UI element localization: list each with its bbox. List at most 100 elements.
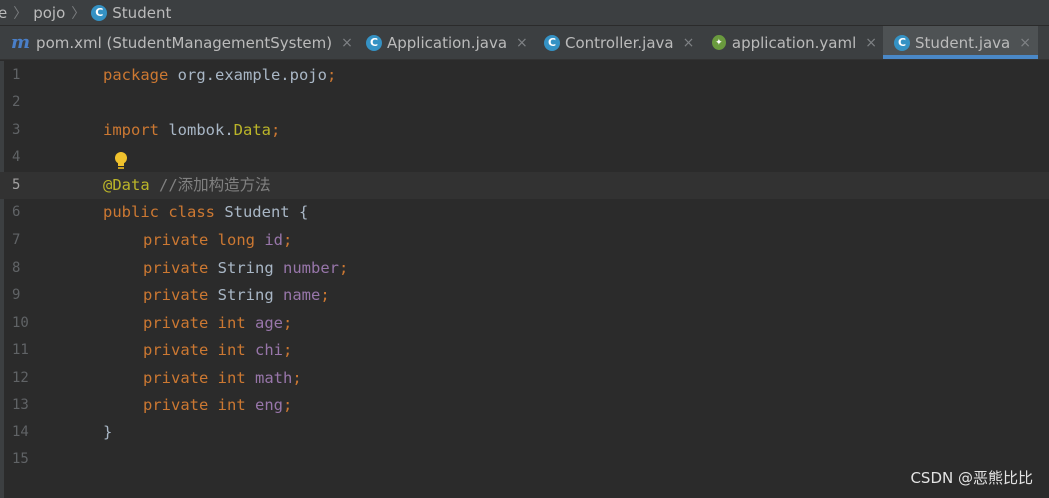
line-number: 11 — [12, 342, 29, 358]
field-type: int — [217, 341, 246, 359]
semicolon: ; — [292, 368, 302, 387]
editor-tabs: m pom.xml (StudentManagementSystem) × C … — [0, 26, 1049, 60]
field-declaration: private String number; — [143, 255, 348, 282]
access-modifier: private — [143, 231, 209, 249]
code-line: 12 private int math; — [0, 365, 1049, 392]
semicolon: ; — [270, 121, 281, 139]
close-icon[interactable]: × — [516, 35, 528, 51]
tab-application-java[interactable]: C Application.java × — [355, 26, 533, 59]
class-icon: C — [366, 34, 382, 51]
semicolon: ; — [283, 231, 293, 249]
tab-pom-xml[interactable]: m pom.xml (StudentManagementSystem) × — [0, 26, 355, 59]
code-line: 7 private long id; — [0, 227, 1049, 254]
breadcrumb-separator: 〉 — [13, 5, 28, 22]
breadcrumb-item-student[interactable]: Student — [112, 4, 171, 22]
line-number: 13 — [12, 397, 29, 413]
field-declaration: private long id; — [143, 227, 292, 254]
code-text: package org.example.pojo; — [103, 62, 336, 89]
keyword: package — [103, 66, 169, 84]
code-text: @Data //添加构造方法 — [103, 172, 271, 199]
close-icon[interactable]: × — [865, 35, 877, 51]
field-name: number — [283, 258, 340, 277]
field-name: chi — [255, 341, 284, 359]
code-line: 6 public class Student { — [0, 199, 1049, 226]
tab-label: Student.java — [915, 33, 1011, 52]
keyword: public class — [103, 203, 215, 221]
code-line: 3 import lombok.Data; — [0, 117, 1049, 144]
field-declaration: private int math; — [143, 365, 302, 392]
line-number: 3 — [12, 122, 21, 138]
keyword: import — [103, 121, 159, 139]
tab-controller-java[interactable]: C Controller.java × — [533, 26, 701, 59]
close-icon[interactable]: × — [341, 35, 353, 51]
code-line: 9 private String name; — [0, 282, 1049, 309]
tab-label: application.yaml — [731, 33, 857, 52]
field-type: String — [217, 286, 274, 304]
line-number: 10 — [12, 314, 29, 331]
line-number: 15 — [12, 451, 29, 467]
semicolon: ; — [339, 258, 349, 277]
line-number: 1 — [12, 67, 21, 83]
code-line: 13 private int eng; — [0, 392, 1049, 419]
code-line: 14 } — [0, 419, 1049, 446]
code-text: import lombok.Data; — [103, 117, 280, 144]
field-name: eng — [255, 396, 284, 414]
field-type: long — [217, 231, 255, 249]
line-number: 7 — [12, 232, 21, 248]
import-path: lombok. — [159, 121, 234, 139]
field-name: name — [283, 286, 321, 304]
line-number: 2 — [12, 94, 21, 110]
breadcrumb-item-parent[interactable]: e — [0, 4, 7, 22]
code-line: 1 package org.example.pojo; — [0, 62, 1049, 89]
tab-application-yaml[interactable]: ✦ application.yaml × — [701, 26, 883, 59]
line-number: 5 — [12, 177, 21, 193]
annotation: @Data — [103, 176, 150, 194]
field-type: int — [217, 313, 246, 332]
field-declaration: private int age; — [143, 310, 292, 337]
class-icon: C — [894, 34, 910, 51]
semicolon: ; — [320, 286, 330, 304]
tab-student-java[interactable]: C Student.java × — [883, 26, 1038, 59]
field-declaration: private int eng; — [143, 392, 292, 419]
line-number: 12 — [12, 369, 29, 386]
yaml-icon: ✦ — [712, 35, 726, 50]
field-type: int — [217, 396, 246, 414]
close-icon[interactable]: × — [683, 35, 695, 51]
class-icon: C — [544, 34, 560, 51]
access-modifier: private — [143, 368, 209, 387]
class-declaration: Student { — [214, 203, 309, 221]
access-modifier: private — [143, 313, 209, 332]
line-number: 8 — [12, 259, 21, 276]
field-name: math — [255, 368, 293, 387]
line-number: 6 — [12, 204, 21, 220]
code-editor[interactable]: 1 package org.example.pojo; 2 3 import l… — [0, 61, 1049, 498]
semicolon: ; — [283, 396, 293, 414]
line-number: 14 — [12, 424, 29, 440]
tab-label: Application.java — [387, 33, 508, 52]
close-icon[interactable]: × — [1019, 35, 1031, 51]
code-line: 2 — [0, 89, 1049, 116]
code-line-current: 5 @Data //添加构造方法 — [0, 172, 1049, 199]
tab-label: pom.xml (StudentManagementSystem) — [36, 33, 333, 52]
breadcrumb-separator: 〉 — [71, 5, 86, 22]
code-line: 8 private String number; — [0, 255, 1049, 282]
breadcrumb-item-pojo[interactable]: pojo — [33, 4, 65, 22]
code-line: 15 — [0, 446, 1049, 473]
class-ref: Data — [233, 121, 271, 139]
field-declaration: private int chi; — [143, 337, 292, 364]
code-line: 10 private int age; — [0, 310, 1049, 337]
line-number: 4 — [12, 149, 21, 165]
class-icon: C — [91, 4, 108, 21]
field-declaration: private String name; — [143, 282, 330, 309]
access-modifier: private — [143, 396, 209, 414]
access-modifier: private — [143, 258, 209, 277]
code-line: 11 private int chi; — [0, 337, 1049, 364]
code-text: } — [103, 423, 113, 441]
comment: //添加构造方法 — [149, 176, 271, 194]
watermark: CSDN @恶熊比比 — [910, 469, 1033, 487]
field-name: id — [264, 231, 284, 249]
semicolon: ; — [326, 66, 337, 84]
package-name: org.example.pojo — [168, 66, 327, 84]
semicolon: ; — [283, 313, 293, 332]
lightbulb-icon[interactable] — [113, 151, 129, 171]
